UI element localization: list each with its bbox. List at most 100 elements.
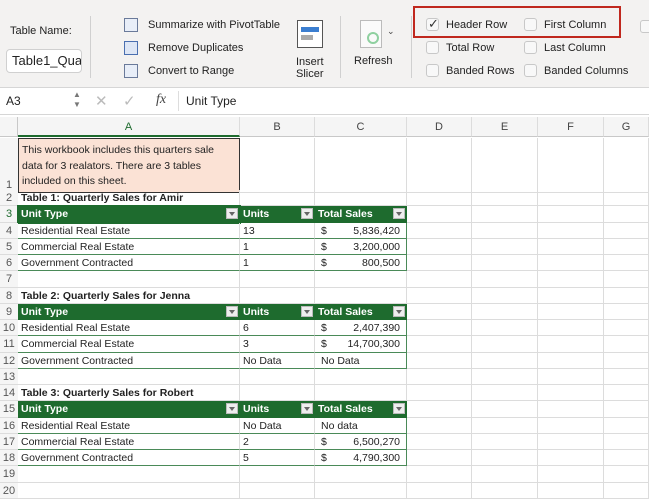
cell-C18[interactable]: $4,790,300	[315, 450, 407, 467]
cell-B2[interactable]	[240, 190, 315, 207]
cell-D4[interactable]	[407, 222, 472, 239]
row-header-6[interactable]: 6	[0, 255, 18, 272]
row-header-1[interactable]: 1	[0, 138, 18, 193]
cell-G18[interactable]	[604, 450, 649, 467]
row-header-4[interactable]: 4	[0, 222, 18, 239]
select-all-corner[interactable]	[0, 117, 18, 137]
cell-D10[interactable]	[407, 320, 472, 337]
cell-F15[interactable]	[538, 401, 604, 418]
cell-F9[interactable]	[538, 303, 604, 320]
cell-E2[interactable]	[472, 190, 538, 207]
cell-D16[interactable]	[407, 417, 472, 434]
insert-slicer-button[interactable]: Insert Slicer	[292, 18, 330, 80]
cell-C13[interactable]	[315, 368, 407, 385]
cell-C14[interactable]	[315, 385, 407, 402]
row-header-5[interactable]: 5	[0, 238, 18, 255]
filter-dropdown-icon[interactable]	[301, 208, 313, 220]
row-header-3[interactable]: 3	[0, 206, 18, 223]
cell-E6[interactable]	[472, 255, 538, 272]
row-header-13[interactable]: 13	[0, 368, 18, 385]
table-header-total-sales[interactable]: Total Sales	[315, 206, 407, 223]
cell-D9[interactable]	[407, 303, 472, 320]
cell-G16[interactable]	[604, 417, 649, 434]
cell-D6[interactable]	[407, 255, 472, 272]
row-header-16[interactable]: 16	[0, 417, 18, 434]
cell-F1[interactable]	[538, 138, 604, 193]
cell-E10[interactable]	[472, 320, 538, 337]
formula-input[interactable]: Unit Type	[186, 94, 236, 108]
cell-C7[interactable]	[315, 271, 407, 288]
cell-C4[interactable]: $5,836,420	[315, 222, 407, 239]
filter-dropdown-icon[interactable]	[393, 403, 405, 415]
checkbox[interactable]	[524, 64, 537, 77]
cell-E13[interactable]	[472, 368, 538, 385]
cell-A12[interactable]: Government Contracted	[18, 352, 240, 369]
cell-C20[interactable]	[315, 482, 407, 499]
cell-D7[interactable]	[407, 271, 472, 288]
cell-F3[interactable]	[538, 206, 604, 223]
row-header-11[interactable]: 11	[0, 336, 18, 353]
cell-F8[interactable]	[538, 287, 604, 304]
cell-B11[interactable]: 3	[240, 336, 315, 353]
cell-F18[interactable]	[538, 450, 604, 467]
cell-E11[interactable]	[472, 336, 538, 353]
cell-G6[interactable]	[604, 255, 649, 272]
cell-A17[interactable]: Commercial Real Estate	[18, 433, 240, 450]
cell-C16[interactable]: No data	[315, 417, 407, 434]
cell-A6[interactable]: Government Contracted	[18, 255, 240, 272]
column-header-C[interactable]: C	[315, 117, 407, 137]
cell-D2[interactable]	[407, 190, 472, 207]
cell-G19[interactable]	[604, 466, 649, 483]
column-header-G[interactable]: G	[604, 117, 649, 137]
checkbox[interactable]	[426, 41, 439, 54]
cell-B10[interactable]: 6	[240, 320, 315, 337]
cell-F19[interactable]	[538, 466, 604, 483]
cell-D14[interactable]	[407, 385, 472, 402]
cell-B18[interactable]: 5	[240, 450, 315, 467]
cell-D15[interactable]	[407, 401, 472, 418]
cell-G15[interactable]	[604, 401, 649, 418]
cell-D12[interactable]	[407, 352, 472, 369]
refresh-button[interactable]: ⌄ Refresh	[352, 18, 402, 68]
column-header-B[interactable]: B	[240, 117, 315, 137]
cell-A19[interactable]	[18, 466, 240, 483]
function-icon[interactable]: fx	[156, 92, 166, 108]
table-name-input[interactable]: Table1_Quarte	[6, 49, 82, 73]
option-first-column[interactable]: First Column	[524, 18, 624, 33]
cell-D8[interactable]	[407, 287, 472, 304]
cell-B7[interactable]	[240, 271, 315, 288]
note-cell[interactable]: This workbook includes this quarters sal…	[18, 138, 240, 193]
cell-A10[interactable]: Residential Real Estate	[18, 320, 240, 337]
cell-E18[interactable]	[472, 450, 538, 467]
cell-E9[interactable]	[472, 303, 538, 320]
table-header-unit-type[interactable]: Unit Type	[17, 205, 241, 224]
cell-F12[interactable]	[538, 352, 604, 369]
cell-G3[interactable]	[604, 206, 649, 223]
cell-E15[interactable]	[472, 401, 538, 418]
cell-D13[interactable]	[407, 368, 472, 385]
cell-B4[interactable]: 13	[240, 222, 315, 239]
cell-F7[interactable]	[538, 271, 604, 288]
cell-E1[interactable]	[472, 138, 538, 193]
table-header-unit-type[interactable]: Unit Type	[18, 401, 240, 418]
option-total-row[interactable]: Total Row	[426, 41, 526, 56]
cell-F5[interactable]	[538, 238, 604, 255]
cell-E16[interactable]	[472, 417, 538, 434]
cell-E17[interactable]	[472, 433, 538, 450]
cell-G1[interactable]	[604, 138, 649, 193]
cell-F20[interactable]	[538, 482, 604, 499]
filter-dropdown-icon[interactable]	[226, 305, 238, 317]
cell-A13[interactable]	[18, 368, 240, 385]
cell-C10[interactable]: $2,407,390	[315, 320, 407, 337]
filter-dropdown-icon[interactable]	[301, 403, 313, 415]
cell-A5[interactable]: Commercial Real Estate	[18, 238, 240, 255]
partial-checkbox[interactable]	[640, 20, 649, 33]
table-header-unit-type[interactable]: Unit Type	[18, 303, 240, 320]
cell-C2[interactable]	[315, 190, 407, 207]
cell-B20[interactable]	[240, 482, 315, 499]
cell-E20[interactable]	[472, 482, 538, 499]
cell-G20[interactable]	[604, 482, 649, 499]
row-header-9[interactable]: 9	[0, 303, 18, 320]
row-header-15[interactable]: 15	[0, 401, 18, 418]
cell-E4[interactable]	[472, 222, 538, 239]
